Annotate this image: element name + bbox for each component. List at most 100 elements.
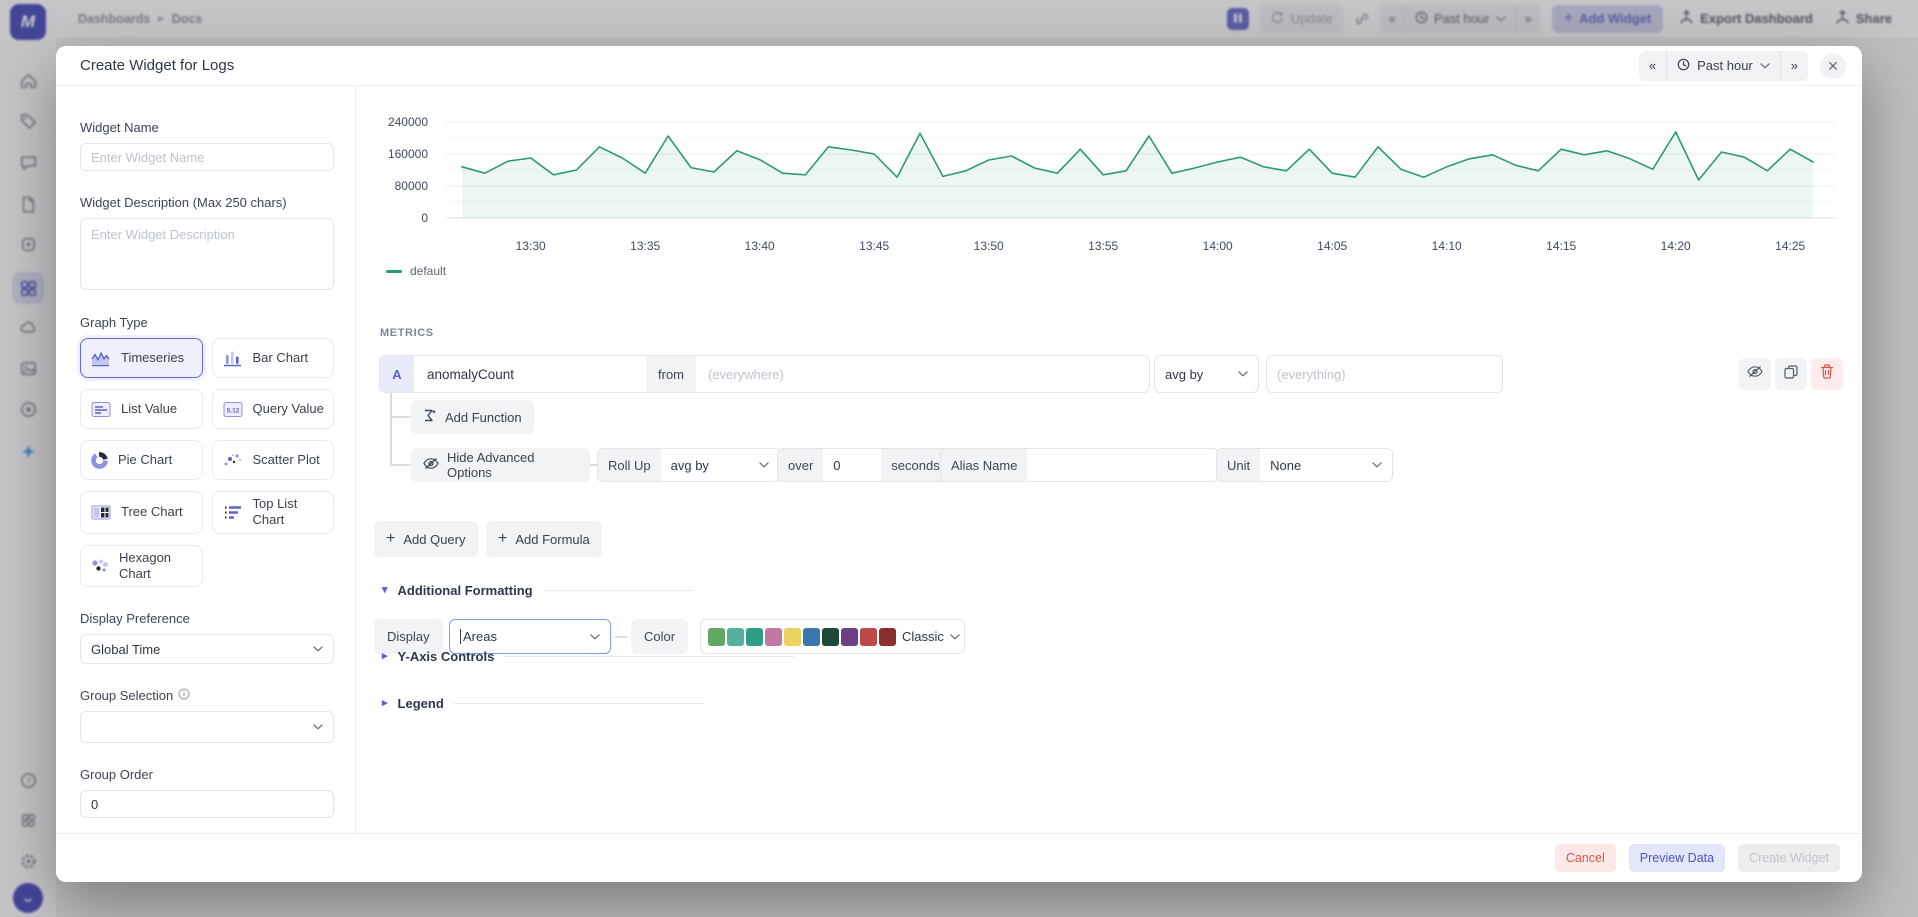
svg-text:14:10: 14:10: [1432, 239, 1462, 253]
chevron-down-icon: [759, 462, 769, 468]
svg-text:0: 0: [421, 211, 428, 225]
interval-input[interactable]: 0: [823, 449, 881, 481]
copy-icon: [1784, 365, 1798, 384]
filter-input[interactable]: (everywhere): [696, 356, 1149, 392]
graph-type-query-value[interactable]: 5.12 Query Value: [212, 389, 335, 429]
additional-formatting-header[interactable]: ▾ Additional Formatting: [382, 583, 693, 598]
caret-down-icon: ▾: [382, 585, 388, 596]
create-widget-button[interactable]: Create Widget: [1738, 844, 1840, 872]
svg-text:240000: 240000: [388, 115, 428, 129]
svg-text:5.12: 5.12: [226, 407, 239, 414]
close-icon[interactable]: ✕: [1820, 53, 1846, 79]
plus-icon: +: [498, 531, 507, 547]
rollup-label: Roll Up: [598, 449, 661, 481]
cancel-button[interactable]: Cancel: [1555, 844, 1616, 872]
hide-advanced-options-button[interactable]: Hide Advanced Options: [411, 448, 590, 482]
graph-type-label: Tree Chart: [121, 504, 183, 520]
group-order-input[interactable]: [80, 790, 334, 818]
plus-icon: +: [386, 531, 395, 547]
svg-text:14:05: 14:05: [1317, 239, 1347, 253]
legend-swatch: [386, 270, 402, 273]
chart-legend[interactable]: default: [386, 264, 446, 278]
caret-right-icon: ▸: [382, 651, 388, 662]
graph-type-bar-chart[interactable]: Bar Chart: [212, 338, 335, 378]
chevron-down-icon: [1238, 371, 1248, 377]
chevron-down-icon: [1760, 63, 1770, 69]
tree-chart-icon: [90, 504, 112, 521]
unit-label: Unit: [1217, 449, 1260, 481]
legend-section-header[interactable]: ▸ Legend: [382, 696, 704, 711]
palette-swatch: [746, 628, 763, 646]
svg-text:13:50: 13:50: [974, 239, 1004, 253]
eye-off-icon: [423, 457, 439, 473]
chevron-down-icon: [1372, 462, 1382, 468]
widget-name-input[interactable]: [80, 143, 334, 171]
query-letter-badge: A: [380, 356, 414, 392]
info-icon: [178, 688, 190, 703]
trash-icon: [1820, 364, 1834, 384]
query-value-icon: 5.12: [222, 401, 244, 418]
hide-query-button[interactable]: [1739, 358, 1771, 390]
from-label: from: [646, 356, 696, 392]
legend-label: default: [410, 264, 446, 278]
group-order-label: Group Order: [80, 767, 334, 782]
svg-text:14:25: 14:25: [1775, 239, 1805, 253]
modal-header: Create Widget for Logs « Past hour » ✕: [56, 46, 1862, 86]
graph-type-scatter-plot[interactable]: Scatter Plot: [212, 440, 335, 480]
svg-text:13:40: 13:40: [745, 239, 775, 253]
palette-swatch: [841, 628, 858, 646]
delete-query-button[interactable]: [1811, 358, 1843, 390]
svg-text:13:55: 13:55: [1088, 239, 1118, 253]
preview-data-button[interactable]: Preview Data: [1629, 844, 1725, 872]
display-preference-select[interactable]: Global Time: [80, 634, 334, 664]
palette-swatch: [708, 628, 725, 646]
graph-type-pie-chart[interactable]: Pie Chart: [80, 440, 203, 480]
palette-swatch: [803, 628, 820, 646]
chevron-down-icon: [313, 646, 323, 652]
add-function-button[interactable]: Add Function: [411, 400, 534, 434]
graph-type-label: Timeseries: [121, 350, 184, 366]
add-query-button[interactable]: + Add Query: [374, 521, 478, 557]
pie-chart-icon: [90, 451, 109, 470]
svg-text:13:35: 13:35: [630, 239, 660, 253]
alias-label: Alias Name: [941, 449, 1027, 481]
time-nav-prev[interactable]: «: [1639, 51, 1666, 81]
alias-input[interactable]: [1027, 449, 1218, 481]
svg-text:13:45: 13:45: [859, 239, 889, 253]
y-axis-controls-header[interactable]: ▸ Y-Axis Controls: [382, 649, 794, 664]
palette-swatch: [765, 628, 782, 646]
palette-swatches: [708, 628, 896, 646]
scatter-plot-icon: [222, 452, 244, 469]
graph-type-timeseries[interactable]: Timeseries: [80, 338, 203, 378]
graph-type-list-value[interactable]: List Value: [80, 389, 203, 429]
time-nav-next[interactable]: »: [1781, 51, 1808, 81]
eye-off-icon: [1747, 365, 1763, 383]
metric-name-input[interactable]: anomalyCount: [414, 356, 646, 392]
timeseries-icon: [90, 350, 112, 367]
graph-type-label: Top List Chart: [253, 496, 328, 529]
graph-type-tree-chart[interactable]: Tree Chart: [80, 491, 203, 534]
sigma-icon: [423, 409, 437, 425]
widget-config-panel: Widget Name Widget Description (Max 250 …: [56, 86, 356, 833]
graph-type-hexagon-chart[interactable]: Hexagon Chart: [80, 545, 203, 588]
graph-type-label: Scatter Plot: [253, 452, 320, 468]
add-formula-button[interactable]: + Add Formula: [486, 521, 602, 557]
graph-type-top-list-chart[interactable]: Top List Chart: [212, 491, 335, 534]
palette-swatch: [860, 628, 877, 646]
graph-type-label: Bar Chart: [253, 350, 309, 366]
group-by-input[interactable]: (everything): [1266, 355, 1503, 393]
timeseries-chart: 08000016000024000013:3013:3513:4013:4513…: [356, 86, 1861, 262]
group-selection-select[interactable]: [80, 711, 334, 743]
palette-swatch: [727, 628, 744, 646]
graph-type-label: Query Value: [253, 401, 324, 417]
widget-editor-main: 08000016000024000013:3013:3513:4013:4513…: [356, 86, 1862, 833]
chevron-down-icon: [313, 724, 323, 730]
time-range-button[interactable]: Past hour: [1667, 51, 1780, 81]
duplicate-query-button[interactable]: [1775, 358, 1807, 390]
rollup-select[interactable]: avg by: [661, 449, 779, 481]
widget-description-input[interactable]: [80, 218, 334, 290]
clock-icon: [1677, 58, 1690, 74]
aggregation-select[interactable]: avg by: [1154, 355, 1259, 393]
unit-select[interactable]: None: [1260, 449, 1392, 481]
bar-chart-icon: [222, 350, 244, 367]
